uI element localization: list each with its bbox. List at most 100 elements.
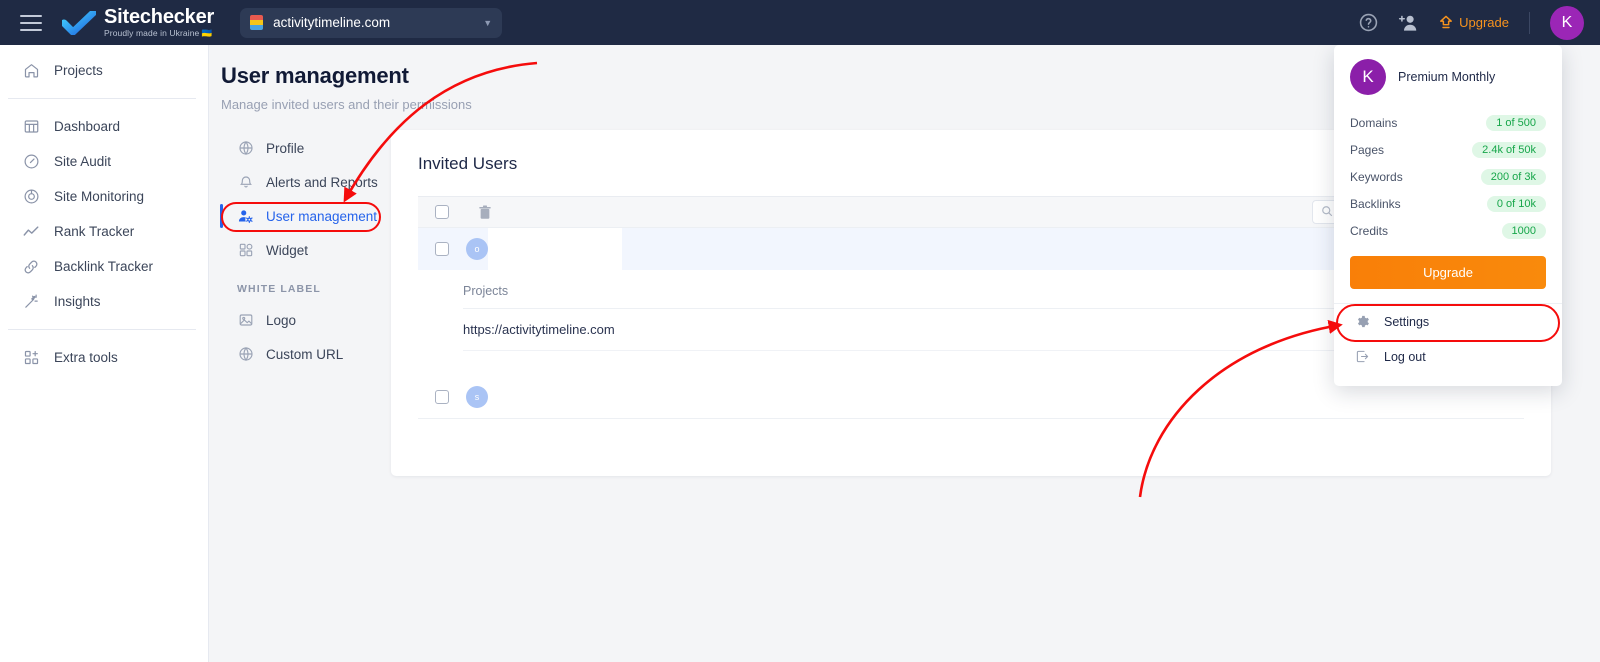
dashboard-icon [22,118,40,136]
globe-icon [237,140,254,157]
sidebar-item-label: Extra tools [54,350,118,365]
dropdown-item-settings[interactable]: Settings [1334,304,1562,339]
checkmark-icon [62,10,96,35]
sidebar-item-rank-tracker[interactable]: Rank Tracker [0,214,208,249]
usage-label: Keywords [1350,169,1403,184]
help-circle-icon[interactable] [1359,13,1378,32]
settings-item-label: Profile [266,140,305,156]
avatar[interactable]: K [1550,5,1584,40]
settings-item-label: Widget [266,242,309,258]
avatar: K [1350,59,1386,95]
site-favicon-icon [250,15,264,30]
select-all-cell [418,205,466,219]
app-root: Sitechecker Proudly made in Ukraine 🇺🇦 a… [0,0,1600,662]
sidebar-divider [8,329,196,330]
row-select-cell [418,389,466,404]
dropdown-item-log-out[interactable]: Log out [1334,339,1562,374]
sidebar-item-insights[interactable]: Insights [0,284,208,319]
settings-item-user-management[interactable]: User management [220,199,397,233]
upgrade-label: Upgrade [1459,15,1509,30]
select-all-checkbox[interactable] [435,205,449,219]
top-bar-actions: Upgrade K [1359,5,1600,40]
gauge-icon [22,153,40,171]
settings-item-label: Alerts and Reports [266,174,378,190]
sidebar-item-label: Rank Tracker [54,224,135,239]
trend-line-icon [22,223,40,241]
settings-menu: Profile Alerts and Reports User manageme… [220,131,397,371]
dropdown-user-summary: K Premium Monthly [1334,59,1562,95]
dropdown-item-label: Log out [1384,349,1426,364]
main-sidebar: Projects Dashboard Site Audit Site Monit… [0,45,209,662]
sidebar-item-label: Backlink Tracker [54,259,154,274]
widget-icon [237,242,254,259]
usage-row-credits: Credits 1000 [1350,217,1546,244]
magic-wand-icon [22,293,40,311]
toolbar-divider [1529,11,1530,34]
sidebar-item-label: Site Audit [54,154,112,169]
logout-icon [1354,349,1370,365]
add-user-icon[interactable] [1398,13,1419,32]
search-icon [1321,205,1333,220]
status-badge: 0 of 10k [1486,195,1546,212]
avatar: o [466,238,488,260]
bell-icon [237,174,254,191]
row-checkbox[interactable] [435,242,449,256]
image-icon [237,312,254,329]
home-icon [22,62,40,80]
usage-row-keywords: Keywords 200 of 3k [1350,163,1546,190]
sidebar-item-site-monitoring[interactable]: Site Monitoring [0,179,208,214]
sidebar-item-extra-tools[interactable]: Extra tools [0,340,208,375]
top-bar: Sitechecker Proudly made in Ukraine 🇺🇦 a… [0,0,1600,45]
settings-item-widget[interactable]: Widget [221,233,397,267]
sidebar-item-dashboard[interactable]: Dashboard [0,109,208,144]
delete-selected-button[interactable] [466,205,504,220]
brand-tagline: Proudly made in Ukraine 🇺🇦 [104,28,213,39]
settings-item-label: Logo [266,312,297,328]
dropdown-bottom-padding [1334,374,1562,386]
sidebar-item-label: Projects [54,63,103,78]
row-checkbox[interactable] [435,389,449,404]
sidebar-item-label: Dashboard [54,119,121,134]
plan-usage-list: Domains 1 of 500 Pages 2.4k of 50k Keywo… [1334,95,1562,244]
domain-selector[interactable]: activitytimeline.com ▼ [240,7,503,38]
domain-selector-label: activitytimeline.com [273,15,391,30]
sidebar-item-projects[interactable]: Projects [0,53,208,88]
settings-item-label: User management [266,208,378,224]
grid-plus-icon [22,349,40,367]
gear-icon [1354,314,1370,330]
upgrade-button[interactable]: Upgrade [1350,256,1546,289]
hamburger-icon[interactable] [20,14,42,31]
settings-item-logo[interactable]: Logo [221,303,397,337]
usage-label: Domains [1350,115,1398,130]
sidebar-divider [8,98,196,99]
settings-item-profile[interactable]: Profile [221,131,397,165]
brand-logo[interactable]: Sitechecker Proudly made in Ukraine 🇺🇦 [62,7,214,38]
avatar: s [466,385,488,408]
usage-label: Backlinks [1350,196,1401,211]
dropdown-item-label: Settings [1384,314,1430,329]
user-gear-icon [237,208,254,225]
sidebar-item-label: Site Monitoring [54,189,145,204]
settings-section-label: WHITE LABEL [237,283,321,295]
sidebar-item-site-audit[interactable]: Site Audit [0,144,208,179]
usage-row-pages: Pages 2.4k of 50k [1350,136,1546,163]
monitor-icon [22,188,40,206]
status-badge: 2.4k of 50k [1472,141,1546,158]
status-badge: 1 of 500 [1486,114,1546,131]
upgrade-arrow-icon [1440,15,1453,29]
sidebar-item-backlink-tracker[interactable]: Backlink Tracker [0,249,208,284]
sidebar-item-label: Insights [54,294,101,309]
status-badge: 1000 [1501,222,1546,239]
globe-icon [237,346,254,363]
redaction-overlay [488,228,622,270]
usage-row-backlinks: Backlinks 0 of 10k [1350,190,1546,217]
usage-label: Pages [1350,142,1385,157]
settings-item-label: Custom URL [266,346,344,362]
settings-item-custom-url[interactable]: Custom URL [221,337,397,371]
usage-label: Credits [1350,223,1389,238]
upgrade-button[interactable]: Upgrade [1439,15,1509,30]
plan-label: Premium Monthly [1398,70,1496,84]
chevron-down-icon: ▼ [483,17,493,28]
settings-item-alerts-and-reports[interactable]: Alerts and Reports [221,165,397,199]
status-badge: 200 of 3k [1480,168,1546,185]
